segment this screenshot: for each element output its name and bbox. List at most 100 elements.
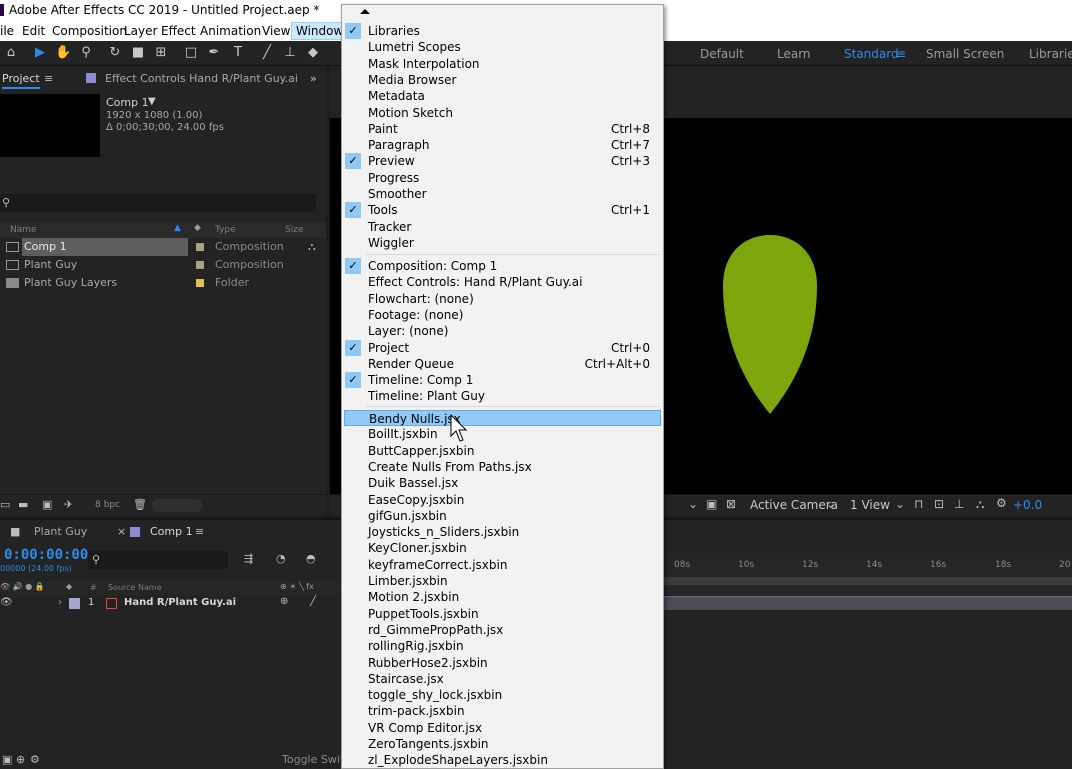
window-menu-item[interactable]: Joysticks_n_Sliders.jsxbin <box>344 524 661 540</box>
menu-layer[interactable]: Layer <box>124 24 157 38</box>
window-menu-item[interactable]: ✓ Preview Ctrl+3 <box>344 153 661 170</box>
viewer-dropdown-icon[interactable]: ⌄ <box>688 497 698 511</box>
flowchart-icon[interactable]: ⛬ <box>976 497 984 512</box>
window-menu-item[interactable]: Media Browser <box>344 72 661 88</box>
clone-stamp-tool-icon[interactable]: ⊥ <box>282 45 298 61</box>
menu-file[interactable]: ile <box>0 24 14 38</box>
eraser-tool-icon[interactable]: ◆ <box>305 45 321 61</box>
hide-shy-layers-icon[interactable]: ◓ <box>306 552 316 565</box>
column-name[interactable]: Name <box>10 225 37 235</box>
collapse-transformations-icon[interactable]: ⊕ <box>280 596 288 607</box>
window-menu-item[interactable]: PuppetTools.jsxbin <box>344 606 661 622</box>
fast-previews-icon[interactable]: ⊡ <box>934 497 944 511</box>
window-menu-item[interactable]: Effect Controls: Hand R/Plant Guy.ai <box>344 274 661 290</box>
sort-asc-icon[interactable]: ▲ <box>174 223 181 233</box>
window-menu-item[interactable]: ✓ Tools Ctrl+1 <box>344 202 661 219</box>
window-menu-item[interactable]: ZeroTangents.jsxbin <box>344 736 661 752</box>
window-menu-item[interactable]: Progress <box>344 170 661 186</box>
workspace-menu-icon[interactable]: ≡ <box>896 47 906 61</box>
menu-animation[interactable]: Animation <box>200 24 261 38</box>
render-icon[interactable]: ✈ <box>64 498 73 511</box>
workspace-small-screen[interactable]: Small Screen <box>926 47 1004 61</box>
window-menu-item[interactable]: VR Comp Editor.jsx <box>344 720 661 736</box>
window-menu-item[interactable]: KeyCloner.jsxbin <box>344 540 661 556</box>
window-menu-item[interactable]: RubberHose2.jsxbin <box>344 655 661 671</box>
project-row[interactable]: Comp 1 Composition ⛬ <box>0 238 326 256</box>
window-menu-item[interactable]: Create Nulls From Paths.jsx <box>344 459 661 475</box>
new-folder-icon[interactable]: ▬ <box>18 498 28 511</box>
menu-window[interactable]: Window <box>291 22 349 40</box>
exposure-value[interactable]: +0.0 <box>1013 498 1042 512</box>
current-time-display[interactable]: 0:00:00:00 <box>4 547 88 563</box>
in-out-icon[interactable]: ⚙ <box>30 753 40 766</box>
tab-project[interactable]: Project <box>2 72 40 89</box>
panel-menu-icon[interactable]: ≡ <box>44 72 53 85</box>
window-menu-item[interactable]: Layer: (none) <box>344 323 661 339</box>
workspace-standard[interactable]: Standard <box>844 47 899 61</box>
view-layout-select[interactable]: 1 View <box>850 498 890 512</box>
window-menu-item[interactable]: Timeline: Plant Guy <box>344 388 661 404</box>
scroll-up-arrow-icon[interactable] <box>360 9 370 14</box>
workspace-default[interactable]: Default <box>700 47 744 61</box>
view-chevron-icon[interactable]: ⌄ <box>895 497 905 511</box>
type-tool-icon[interactable]: T <box>230 45 246 61</box>
rectangle-tool-icon[interactable]: □ <box>183 45 199 61</box>
layer-name[interactable]: Hand R/Plant Guy.ai <box>124 597 236 608</box>
window-menu-item[interactable]: Lumetri Scopes <box>344 39 661 55</box>
timeline-link-icon[interactable]: ⊥ <box>954 497 964 511</box>
window-menu-item[interactable]: ✓ Timeline: Comp 1 <box>344 372 661 389</box>
hand-tool-icon[interactable]: ✋ <box>55 45 71 61</box>
label-swatch[interactable] <box>196 261 204 269</box>
label-swatch[interactable] <box>196 279 204 287</box>
window-menu-item[interactable]: Duik Bassel.jsx <box>344 475 661 491</box>
window-menu-item[interactable]: Footage: (none) <box>344 307 661 323</box>
window-menu-item[interactable]: ✓ Composition: Comp 1 <box>344 258 661 274</box>
window-menu-item[interactable]: Bendy Nulls.jsx <box>344 410 661 426</box>
comp-mini-flowchart-icon[interactable]: ⇶ <box>244 552 253 565</box>
flowchart-icon[interactable]: ⛬ <box>308 240 316 254</box>
project-search-input[interactable]: ⚲ <box>0 194 316 212</box>
menu-composition[interactable]: Composition <box>52 24 127 38</box>
window-menu-item[interactable]: Metadata <box>344 88 661 104</box>
tab-plant-guy[interactable]: Plant Guy <box>34 525 87 538</box>
comp-info-name[interactable]: Comp 1 <box>106 96 149 109</box>
window-menu-item[interactable]: Smoother <box>344 186 661 202</box>
window-menu-item[interactable]: Render Queue Ctrl+Alt+0 <box>344 356 661 372</box>
window-menu-item[interactable]: BoilIt.jsxbin <box>344 426 661 442</box>
draft-3d-icon[interactable]: ◔ <box>276 552 286 565</box>
work-area-bar[interactable] <box>662 577 1072 585</box>
window-menu-item[interactable]: EaseCopy.jsxbin <box>344 492 661 508</box>
label-column-icon[interactable]: ◆ <box>194 223 201 233</box>
workspace-learn[interactable]: Learn <box>777 47 811 61</box>
project-row[interactable]: Plant Guy Layers Folder <box>0 274 326 292</box>
window-menu-item[interactable]: Paragraph Ctrl+7 <box>344 137 661 153</box>
window-menu-item[interactable]: Tracker <box>344 219 661 235</box>
visibility-eye-icon[interactable]: 👁 <box>0 597 13 608</box>
quality-switch-icon[interactable]: ╱ <box>310 596 316 607</box>
menu-view[interactable]: View <box>262 24 290 38</box>
close-icon[interactable]: × <box>117 525 126 538</box>
window-menu-item[interactable]: ✓ Project Ctrl+0 <box>344 339 661 356</box>
window-menu-item[interactable]: keyframeCorrect.jsxbin <box>344 557 661 573</box>
expand-chevron-icon[interactable]: › <box>58 597 62 608</box>
tab-effect-controls[interactable]: Effect Controls Hand R/Plant Guy.ai <box>105 72 298 85</box>
window-menu-item[interactable]: rd_GimmePropPath.jsx <box>344 622 661 638</box>
time-ruler[interactable]: 08s 10s 12s 14s 16s 18s 20 <box>662 553 1072 577</box>
comp-info-dropdown-icon[interactable]: ▼ <box>148 96 156 107</box>
panel-overflow-icon[interactable]: » <box>310 72 317 85</box>
column-type[interactable]: Type <box>215 225 236 235</box>
window-menu-item[interactable]: toggle_shy_lock.jsxbin <box>344 687 661 703</box>
panel-menu-icon[interactable]: ≡ <box>195 525 204 538</box>
window-menu-item[interactable]: Motion 2.jsxbin <box>344 589 661 605</box>
camera-tool-icon[interactable]: ■ <box>130 45 146 61</box>
selection-tool-icon[interactable]: ▶ <box>32 45 48 61</box>
window-menu-item[interactable]: rollingRig.jsxbin <box>344 638 661 654</box>
layer-switches-icon[interactable]: ▣ <box>2 753 12 766</box>
new-composition-icon[interactable]: ▣ <box>42 498 52 511</box>
tab-comp-1[interactable]: Comp 1 <box>150 525 193 538</box>
exposure-icon[interactable]: ⚙ <box>996 496 1007 510</box>
transparency-grid-icon[interactable]: ⊠ <box>726 497 736 511</box>
layer-duration-bar[interactable] <box>662 596 1072 610</box>
window-menu-item[interactable]: Staircase.jsx <box>344 671 661 687</box>
region-of-interest-icon[interactable]: ▣ <box>706 497 717 511</box>
